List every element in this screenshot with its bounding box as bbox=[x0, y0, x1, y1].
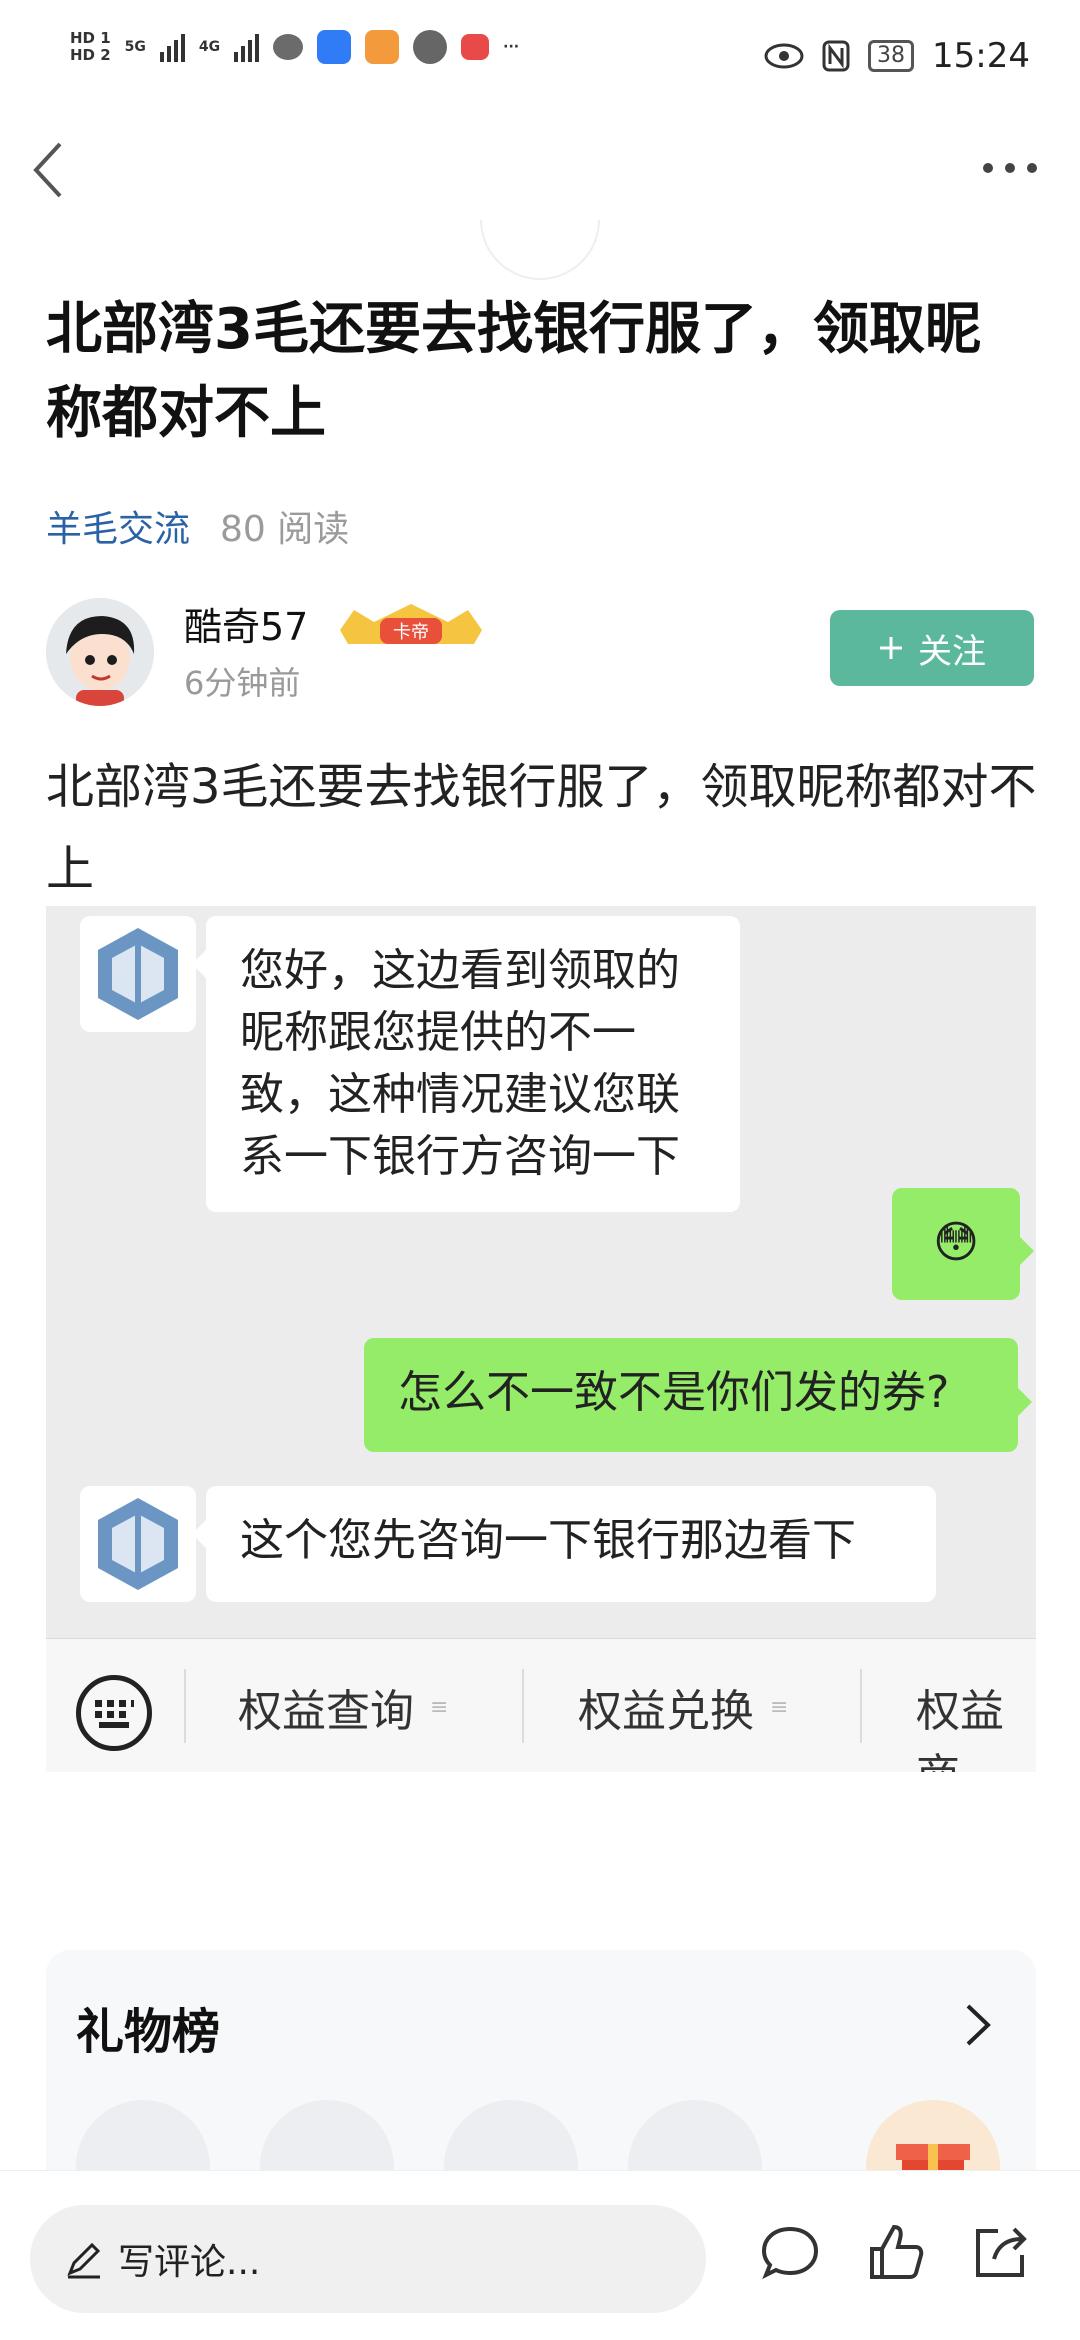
signal-5g-label: 5G bbox=[124, 39, 146, 55]
cube-logo-icon bbox=[98, 928, 178, 1020]
crown-badge-icon: 卡帝 bbox=[340, 604, 482, 644]
avatar-illustration bbox=[46, 598, 154, 706]
bottom-action-bar: 写评论... bbox=[0, 2170, 1080, 2340]
battery-indicator: 38 bbox=[868, 40, 915, 72]
bot-avatar bbox=[80, 916, 196, 1032]
chevron-right-icon[interactable] bbox=[960, 2000, 996, 2050]
follow-button[interactable]: 关注 bbox=[830, 610, 1034, 686]
post-body: 北部湾3毛还要去找银行服了，领取昵称都对不上 bbox=[46, 759, 1037, 897]
chat-menu-tab: 权益查询 ≡ bbox=[238, 1686, 449, 1737]
rank-badge: 卡帝 bbox=[334, 600, 488, 648]
category-link[interactable]: 羊毛交流 bbox=[46, 500, 190, 552]
divider bbox=[860, 1669, 862, 1743]
share-icon[interactable] bbox=[968, 2221, 1032, 2285]
taobao-icon bbox=[365, 30, 400, 64]
pull-indicator bbox=[480, 220, 600, 280]
signal-bars-icon bbox=[159, 32, 185, 62]
chat-menu-tab: 权益商 bbox=[916, 1686, 1004, 1772]
audio-icon bbox=[413, 30, 448, 64]
bot-avatar bbox=[80, 1486, 196, 1602]
wechat-icon bbox=[273, 34, 304, 60]
more-notifications: ··· bbox=[503, 39, 520, 55]
badge-label: 卡帝 bbox=[393, 622, 429, 643]
eye-icon bbox=[764, 43, 804, 69]
more-options-icon[interactable] bbox=[980, 158, 1040, 178]
post-title: 北部湾3毛还要去找银行服了，领取昵称都对不上 bbox=[46, 297, 981, 446]
chat-bubble-me-emoji: 😳 bbox=[892, 1188, 1034, 1300]
follow-label: 关注 bbox=[918, 631, 986, 672]
chat-bubble-bot: 您好，这边看到领取的昵称跟您提供的不一致，这种情况建议您联系一下银行方咨询一下 bbox=[192, 916, 740, 1212]
nfc-icon bbox=[822, 40, 850, 72]
chat-bubble-me: 怎么不一致不是你们发的券? bbox=[364, 1338, 1032, 1452]
comment-placeholder: 写评论... bbox=[118, 2242, 261, 2283]
menu-lines-icon: ≡ bbox=[430, 1694, 449, 1720]
author-name[interactable]: 酷奇57 bbox=[184, 596, 308, 651]
pencil-icon bbox=[67, 2242, 101, 2279]
chat-menu-tab: 权益兑换 ≡ bbox=[578, 1686, 789, 1737]
chat-screenshot-image[interactable]: 您好，这边看到领取的昵称跟您提供的不一致，这种情况建议您联系一下银行方咨询一下 … bbox=[46, 906, 1036, 1772]
divider bbox=[522, 1669, 524, 1743]
plus-icon bbox=[880, 637, 902, 659]
notify-app-icon bbox=[317, 30, 352, 64]
comment-input[interactable]: 写评论... bbox=[30, 2205, 706, 2313]
like-icon[interactable] bbox=[864, 2221, 928, 2285]
signal-bars-icon bbox=[234, 32, 260, 62]
divider bbox=[184, 1669, 186, 1743]
menu-lines-icon: ≡ bbox=[770, 1694, 789, 1720]
chat-menu-bar: 权益查询≡ 权益兑换≡ 权益商 bbox=[46, 1638, 1036, 1772]
back-arrow-icon[interactable] bbox=[28, 140, 68, 200]
comment-icon[interactable] bbox=[758, 2221, 822, 2285]
read-count: 80 阅读 bbox=[220, 509, 350, 550]
keyboard-icon bbox=[76, 1675, 152, 1751]
signal-4g-label: 4G bbox=[198, 39, 221, 55]
clock: 15:24 bbox=[932, 36, 1030, 76]
cube-logo-icon bbox=[98, 1498, 178, 1590]
hd-indicator: HD 1 HD 2 bbox=[70, 29, 111, 64]
gift-ranking-title: 礼物榜 bbox=[76, 2004, 221, 2060]
chat-bubble-bot: 这个您先咨询一下银行那边看下 bbox=[192, 1486, 936, 1602]
post-time: 6分钟前 bbox=[184, 664, 301, 702]
post-meta: 羊毛交流 80 阅读 bbox=[46, 500, 349, 552]
author-avatar[interactable] bbox=[46, 598, 154, 706]
book-icon bbox=[461, 34, 490, 60]
status-bar: HD 1 HD 2 5G 4G ··· 38 15:24 bbox=[0, 0, 1080, 120]
